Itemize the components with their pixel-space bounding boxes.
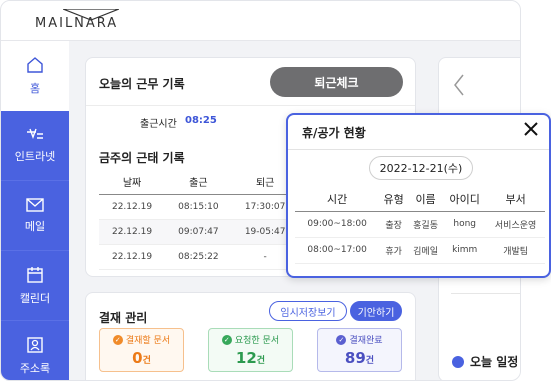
requested-docs-stat[interactable]: ✓ 요청한 문서 12건 <box>208 328 293 372</box>
mail-icon <box>26 197 44 212</box>
stat-label: 결재완료 <box>349 336 383 346</box>
close-icon[interactable] <box>523 121 539 137</box>
sidebar-item-label: 홈 <box>29 82 41 95</box>
table-cell: 09:07:47 <box>165 219 232 245</box>
bullet-icon <box>452 355 464 368</box>
sidebar-item-intranet[interactable]: 인트라넷 <box>1 111 69 181</box>
table-cell: 휴가 <box>379 237 408 264</box>
table-cell: 22.12.19 <box>99 244 166 270</box>
attendance-title: 오늘의 근무 기록 <box>99 77 185 91</box>
logo[interactable]: MAILNARA <box>35 9 146 31</box>
table-cell: 22.12.19 <box>99 194 166 220</box>
completed-approval-stat[interactable]: ✓ 결재완료 89건 <box>317 328 402 372</box>
table-header-row: 시간 유형 이름 아이디 부서 <box>295 187 545 212</box>
intranet-icon <box>27 128 43 139</box>
temp-save-view-button[interactable]: 임시저장보기 <box>269 301 347 321</box>
pending-approval-stat[interactable]: ✓ 결재할 문서 0건 <box>99 328 184 372</box>
top-bar: MAILNARA <box>1 1 520 41</box>
table-cell: kimm <box>443 237 487 264</box>
leave-status-modal: 휴/공가 현황 2022-12-21(수) 시간 유형 이름 아이디 부서 09… <box>286 113 551 278</box>
check-icon: ✓ <box>221 334 232 345</box>
check-icon: ✓ <box>336 334 347 345</box>
table-row: 08:00~17:00 휴가 김메일 kimm 개발팀 <box>295 237 545 264</box>
stat-count: 89 <box>344 349 366 367</box>
stat-count: 12 <box>235 349 257 367</box>
checkin-label: 출근시간 <box>140 119 177 130</box>
sidebar-item-label: 인트라넷 <box>14 149 56 163</box>
sidebar-item-label: 메일 <box>24 219 46 233</box>
column-header: 부서 <box>486 187 545 212</box>
checkin-time: 08:25 <box>185 115 217 126</box>
table-cell: 홍길동 <box>407 211 444 238</box>
table-row: 09:00~18:00 출장 홍길동 hong 서비스운영 <box>295 211 545 238</box>
stat-unit: 건 <box>256 356 266 366</box>
stat-unit: 건 <box>142 356 151 366</box>
sidebar-item-mail[interactable]: 메일 <box>1 181 69 251</box>
sidebar-item-calendar[interactable]: 캘린더 <box>1 251 69 321</box>
check-icon: ✓ <box>112 334 123 345</box>
chevron-left-icon[interactable] <box>453 74 465 96</box>
modal-title: 휴/공가 현황 <box>302 126 366 140</box>
column-header: 아이디 <box>443 187 487 212</box>
table-cell: 김메일 <box>407 237 444 264</box>
table-cell: 08:15:10 <box>165 194 232 220</box>
calendar-icon <box>27 266 43 283</box>
checkout-button[interactable]: 퇴근체크 <box>270 67 403 97</box>
leave-table: 시간 유형 이름 아이디 부서 09:00~18:00 출장 홍길동 hong … <box>295 187 545 264</box>
table-cell: 08:00~17:00 <box>295 237 380 264</box>
stat-label: 요청한 문서 <box>234 336 280 346</box>
logo-text: MAILNARA <box>35 16 119 31</box>
table-cell: 개발팀 <box>486 237 545 264</box>
table-cell: 출장 <box>379 211 408 238</box>
column-header: 유형 <box>379 187 408 212</box>
column-header: 날짜 <box>99 170 166 195</box>
column-header: 출근 <box>165 170 232 195</box>
sidebar-item-label: 주소록 <box>19 361 51 375</box>
divider <box>288 149 549 150</box>
week-title: 금주의 근태 기록 <box>99 151 185 165</box>
table-cell: 08:25:22 <box>165 244 232 270</box>
column-header: 이름 <box>407 187 444 212</box>
stat-label: 결재할 문서 <box>125 336 171 346</box>
draft-button[interactable]: 기안하기 <box>350 301 402 321</box>
divider <box>451 293 520 294</box>
column-header: 시간 <box>295 187 380 212</box>
table-cell: 서비스운영 <box>486 211 545 238</box>
table-cell: hong <box>443 211 487 238</box>
contacts-icon <box>27 336 43 353</box>
home-icon <box>27 57 43 73</box>
approval-title: 결재 관리 <box>99 311 148 325</box>
date-selector[interactable]: 2022-12-21(수) <box>369 156 473 180</box>
sidebar-item-contacts[interactable]: 주소록 <box>1 321 69 380</box>
sidebar-item-label: 캘린더 <box>19 291 51 305</box>
sidebar-item-home[interactable]: 홈 <box>1 41 69 111</box>
stat-unit: 건 <box>365 356 375 366</box>
sidebar: 홈 인트라넷 메일 캘린더 주소록 <box>1 41 69 380</box>
table-cell: 09:00~18:00 <box>295 211 380 238</box>
table-cell: 22.12.19 <box>99 219 166 245</box>
today-schedule-text: 오늘 일정 <box>470 355 519 369</box>
stat-count: 0 <box>132 349 143 367</box>
today-schedule-label: 오늘 일정 <box>452 353 518 370</box>
approval-card: 결재 관리 임시저장보기 기안하기 ✓ 결재할 문서 0건 ✓ 요청한 문서 12건… <box>85 292 416 380</box>
